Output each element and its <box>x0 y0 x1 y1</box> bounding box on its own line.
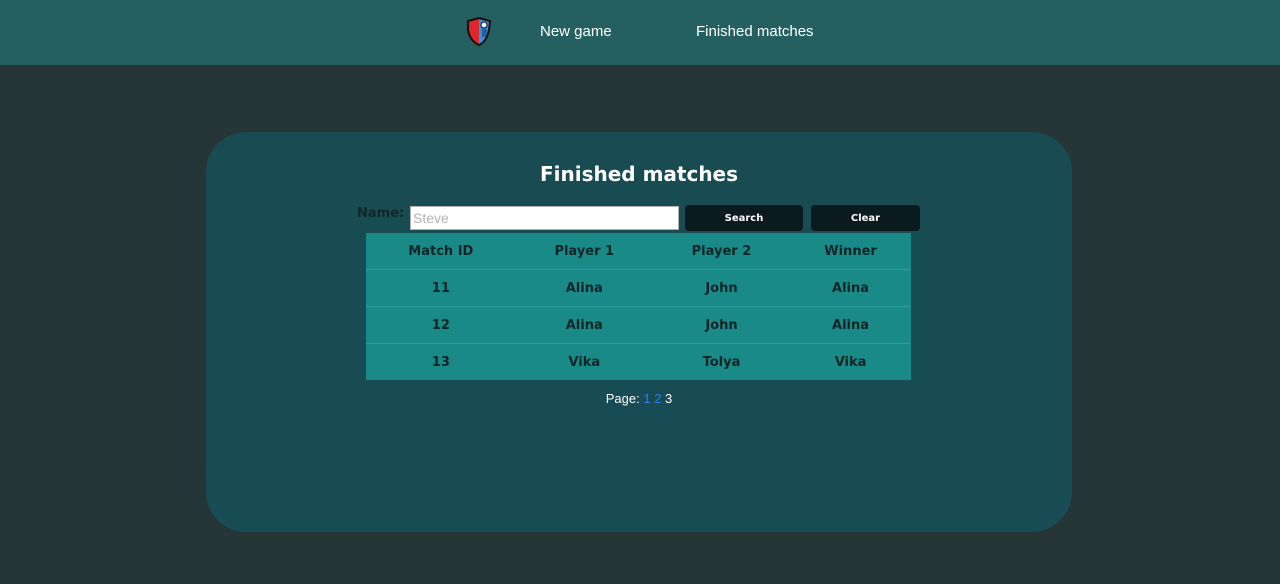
matches-table: Match ID Player 1 Player 2 Winner 11 Ali… <box>366 233 911 380</box>
clear-button[interactable]: Clear <box>811 205 920 231</box>
player-2-cell: John <box>705 280 738 296</box>
table-row: 13 Vika Tolya Vika <box>366 343 911 380</box>
winner-cell: Vika <box>790 343 911 380</box>
pagination: Page: 1 2 3 <box>206 391 1072 406</box>
pagination-label: Page: <box>605 391 640 406</box>
matches-panel: Finished matches Name: Search Clear Matc… <box>206 132 1072 532</box>
page-title: Finished matches <box>539 162 739 186</box>
match-id-cell: 11 <box>431 280 450 296</box>
winner-cell: Alina <box>832 280 870 296</box>
match-id-cell: 13 <box>366 343 516 380</box>
top-navbar: New game Finished matches <box>0 0 1280 65</box>
page-current: 3 <box>665 391 673 406</box>
player-1-cell: Alina <box>565 280 603 296</box>
column-header-player-2: Player 2 <box>652 233 791 270</box>
table-row: 11 Alina John Alina <box>366 270 911 307</box>
name-filter-input[interactable] <box>410 206 679 230</box>
match-id-cell: 12 <box>366 306 516 344</box>
table-row: 12 Alina John Alina <box>366 306 911 344</box>
winner-cell: Alina <box>790 306 911 344</box>
table-header-row: Match ID Player 1 Player 2 Winner <box>366 233 911 270</box>
column-header-player-1: Player 1 <box>515 233 653 270</box>
page-link-2[interactable]: 2 <box>654 391 661 406</box>
column-header-match-id: Match ID <box>366 233 516 270</box>
name-filter-label: Name: <box>357 206 405 221</box>
shield-logo-icon[interactable] <box>465 16 494 47</box>
search-button[interactable]: Search <box>685 205 803 231</box>
page-link-1[interactable]: 1 <box>643 391 650 406</box>
player-2-cell: John <box>652 306 791 344</box>
nav-new-game-link[interactable]: New game <box>540 23 612 40</box>
player-1-cell: Vika <box>515 343 653 380</box>
nav-finished-matches-link[interactable]: Finished matches <box>696 23 814 40</box>
player-1-cell: Alina <box>515 306 653 344</box>
column-header-winner: Winner <box>790 233 911 270</box>
player-2-cell: Tolya <box>652 343 791 380</box>
